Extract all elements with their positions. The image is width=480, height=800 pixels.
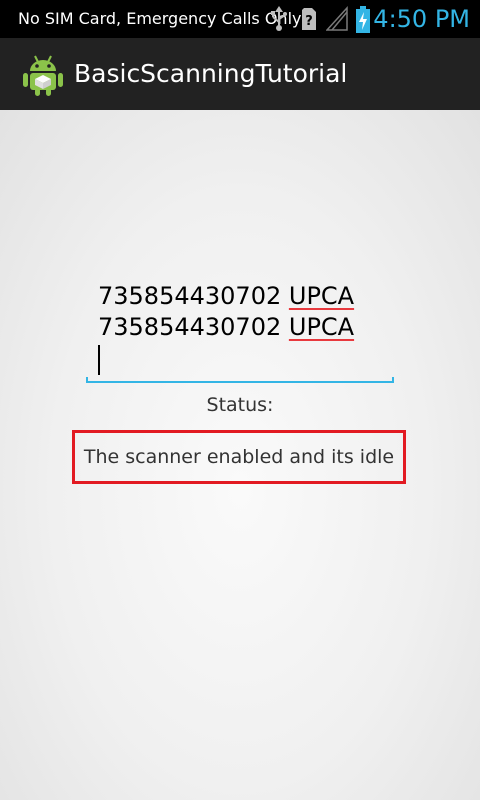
battery-charging-icon — [355, 6, 371, 38]
scan-data-field[interactable]: 735854430702 UPCA 735854430702 UPCA — [86, 280, 394, 384]
text-cursor — [98, 345, 100, 375]
action-bar: BasicScanningTutorial — [0, 38, 480, 110]
no-sim-icon: ? — [300, 6, 318, 36]
svg-text:?: ? — [305, 14, 313, 29]
content-area: 735854430702 UPCA 735854430702 UPCA Stat… — [0, 110, 480, 800]
signal-icon — [325, 6, 348, 36]
barcode-value: 735854430702 — [98, 282, 282, 310]
clock: 4:50 PM — [373, 5, 470, 33]
status-label: Status: — [206, 394, 274, 416]
app-title: BasicScanningTutorial — [74, 59, 348, 88]
android-icon[interactable] — [22, 51, 64, 101]
usb-icon — [270, 6, 288, 36]
field-underline — [86, 377, 394, 383]
barcode-type: UPCA — [288, 282, 355, 310]
scan-result-line: 735854430702 UPCA — [98, 311, 354, 343]
barcode-value: 735854430702 — [98, 313, 282, 341]
barcode-type: UPCA — [288, 313, 355, 341]
carrier-text: No SIM Card, Emergency Calls Only — [18, 9, 302, 28]
status-bar: No SIM Card, Emergency Calls Only ? 4:50… — [0, 0, 480, 38]
scan-result-line: 735854430702 UPCA — [98, 280, 354, 312]
status-message: The scanner enabled and its idle — [83, 446, 395, 468]
status-box: The scanner enabled and its idle — [72, 430, 406, 484]
